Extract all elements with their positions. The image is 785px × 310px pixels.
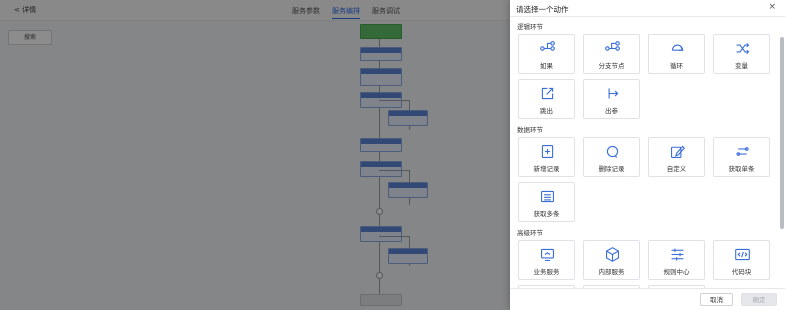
action-card-loop[interactable]: 循环 (648, 34, 705, 74)
action-label: 规则中心 (663, 268, 690, 276)
confirm-button[interactable]: 确定 (741, 293, 777, 306)
action-card-branch-node[interactable]: 分支节点 (583, 34, 640, 74)
action-card-add-record[interactable]: 新增记录 (518, 137, 575, 177)
action-picker-panel: 请选择一个动作 × 逻辑环节 如果 分支节点 循环 变量 跳出 出参 数据环节 … (510, 0, 785, 310)
panel-footer: 取消 确定 (510, 288, 785, 310)
action-label: 分支节点 (598, 62, 625, 70)
action-card-variable[interactable]: 变量 (713, 34, 770, 74)
get-single-icon (736, 147, 749, 156)
action-label: 内部服务 (598, 268, 625, 276)
code-block-icon (735, 248, 750, 261)
action-card-break-out[interactable]: 跳出 (518, 79, 575, 119)
modal-overlay[interactable] (0, 0, 510, 310)
action-card-custom[interactable]: 自定义 (648, 137, 705, 177)
action-label: 自定义 (666, 165, 687, 173)
business-service-icon (540, 248, 555, 262)
action-card-output-param[interactable]: 出参 (583, 79, 640, 119)
rule-center-icon (671, 248, 684, 261)
panel-title: 请选择一个动作 (516, 5, 569, 14)
add-record-icon (541, 144, 554, 159)
output-param-icon (608, 88, 619, 99)
action-card-business-service[interactable]: 业务服务 (518, 240, 575, 280)
action-label: 代码块 (731, 268, 752, 276)
variable-icon (736, 43, 750, 54)
get-multiple-icon (540, 190, 555, 203)
panel-scrollbar[interactable] (780, 37, 784, 229)
action-label: 获取单条 (728, 165, 755, 173)
action-label: 出参 (605, 107, 618, 115)
internal-service-icon (605, 247, 620, 262)
custom-edit-icon (670, 145, 686, 159)
action-card-rule-center[interactable]: 规则中心 (648, 240, 705, 280)
action-label: 业务服务 (533, 268, 560, 276)
branch-node-icon (605, 41, 620, 51)
action-label: 如果 (540, 62, 553, 70)
section-title-logic: 逻辑环节 (517, 23, 543, 31)
action-card-get-multiple[interactable]: 获取多条 (518, 182, 575, 222)
action-card-code-block[interactable]: 代码块 (713, 240, 770, 280)
section-title-data: 数据环节 (517, 126, 543, 134)
break-out-icon (541, 87, 554, 100)
action-card-delete-record[interactable]: 删除记录 (583, 137, 640, 177)
if-branch-icon (540, 41, 555, 51)
loop-icon (671, 44, 684, 51)
cancel-button[interactable]: 取消 (700, 293, 733, 306)
close-icon[interactable]: × (768, 3, 776, 12)
action-label: 跳出 (540, 107, 553, 115)
action-card-get-single[interactable]: 获取单条 (713, 137, 770, 177)
action-label: 新增记录 (533, 165, 560, 173)
action-label: 删除记录 (598, 165, 625, 173)
action-label: 变量 (735, 62, 748, 70)
panel-body: 逻辑环节 如果 分支节点 循环 变量 跳出 出参 数据环节 新增记录 删除记录 … (510, 17, 785, 288)
panel-header: 请选择一个动作 × (510, 0, 785, 17)
action-label: 获取多条 (533, 210, 560, 218)
action-card-internal-service[interactable]: 内部服务 (583, 240, 640, 280)
background-app: < 详情 服务参数 服务编排 服务调试 搜索 (0, 0, 510, 310)
action-card-if[interactable]: 如果 (518, 34, 575, 74)
action-label: 循环 (670, 62, 683, 70)
delete-record-icon (606, 145, 619, 158)
section-title-advanced: 高级环节 (517, 229, 543, 237)
